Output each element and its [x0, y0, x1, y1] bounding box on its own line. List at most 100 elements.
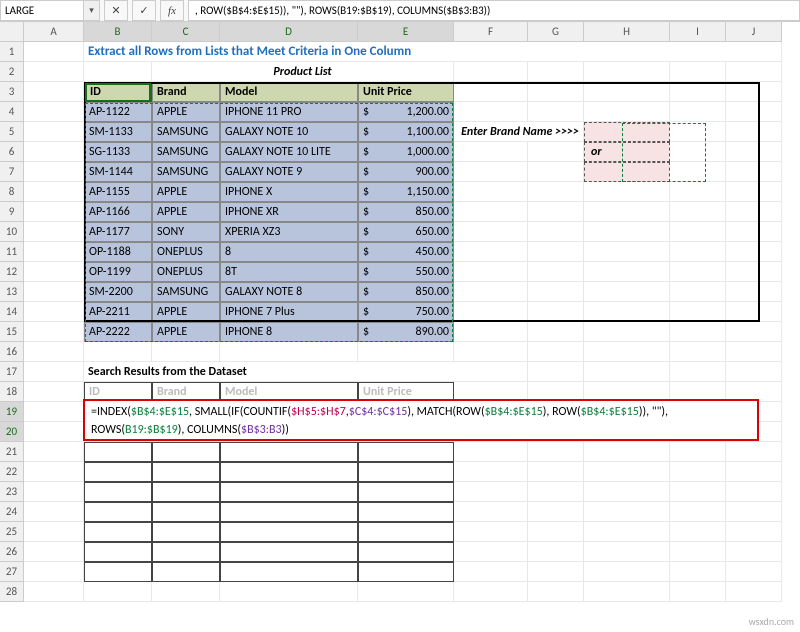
cell-I2[interactable] — [670, 62, 726, 82]
row-head-7[interactable]: 7 — [0, 162, 24, 182]
worksheet-grid[interactable]: ABCDEFGHIJ1Extract all Rows from Lists t… — [0, 22, 800, 602]
cell-A21[interactable] — [24, 442, 84, 462]
cell-I20[interactable] — [670, 422, 726, 442]
cell-B2[interactable] — [84, 62, 152, 82]
cell-E8[interactable]: $1,150.00 — [358, 182, 454, 202]
cell-D7[interactable]: GALAXY NOTE 9 — [220, 162, 358, 182]
cell-B6[interactable]: SG-1133 — [84, 142, 152, 162]
cell-I3[interactable] — [670, 82, 726, 102]
cell-H22[interactable] — [584, 462, 670, 482]
cell-H27[interactable] — [584, 562, 670, 582]
cell-B16[interactable] — [84, 342, 152, 362]
cell-I19[interactable] — [670, 402, 726, 422]
row-head-25[interactable]: 25 — [0, 522, 24, 542]
cell-D12[interactable]: 8T — [220, 262, 358, 282]
cell-C27[interactable] — [152, 562, 220, 582]
cell-J25[interactable] — [726, 522, 782, 542]
cell-I9[interactable] — [670, 202, 726, 222]
cell-D23[interactable] — [220, 482, 358, 502]
cell-A14[interactable] — [24, 302, 84, 322]
row-head-13[interactable]: 13 — [0, 282, 24, 302]
cell-J2[interactable] — [726, 62, 782, 82]
cell-F22[interactable] — [454, 462, 528, 482]
cell-C7[interactable]: SAMSUNG — [152, 162, 220, 182]
cell-A10[interactable] — [24, 222, 84, 242]
cell-F4[interactable] — [454, 102, 528, 122]
cell-D21[interactable] — [220, 442, 358, 462]
row-head-21[interactable]: 21 — [0, 442, 24, 462]
enter-button[interactable]: ✓ — [132, 0, 156, 21]
cell-H7[interactable] — [584, 162, 670, 182]
cell-C15[interactable]: APPLE — [152, 322, 220, 342]
cell-J19[interactable] — [726, 402, 782, 422]
cell-D3[interactable]: Model — [220, 82, 358, 102]
cell-F9[interactable] — [454, 202, 528, 222]
cell-B10[interactable]: AP-1177 — [84, 222, 152, 242]
row-head-10[interactable]: 10 — [0, 222, 24, 242]
cell-B22[interactable] — [84, 462, 152, 482]
cell-F13[interactable] — [454, 282, 528, 302]
cell-G8[interactable] — [528, 182, 584, 202]
cell-C24[interactable] — [152, 502, 220, 522]
cell-A4[interactable] — [24, 102, 84, 122]
cell-A17[interactable] — [24, 362, 84, 382]
cell-H8[interactable] — [584, 182, 670, 202]
row-head-22[interactable]: 22 — [0, 462, 24, 482]
cell-H14[interactable] — [584, 302, 670, 322]
cell-G19[interactable] — [528, 402, 584, 422]
cell-I4[interactable] — [670, 102, 726, 122]
cell-A24[interactable] — [24, 502, 84, 522]
cell-G24[interactable] — [528, 502, 584, 522]
cell-H15[interactable] — [584, 322, 670, 342]
row-head-15[interactable]: 15 — [0, 322, 24, 342]
cell-C21[interactable] — [152, 442, 220, 462]
cell-A18[interactable] — [24, 382, 84, 402]
cell-D20[interactable] — [220, 422, 358, 442]
cell-A7[interactable] — [24, 162, 84, 182]
cell-A25[interactable] — [24, 522, 84, 542]
cell-B14[interactable]: AP-2211 — [84, 302, 152, 322]
cell-H12[interactable] — [584, 262, 670, 282]
cell-A9[interactable] — [24, 202, 84, 222]
cell-E12[interactable]: $550.00 — [358, 262, 454, 282]
cell-H19[interactable] — [584, 402, 670, 422]
row-head-27[interactable]: 27 — [0, 562, 24, 582]
cell-C25[interactable] — [152, 522, 220, 542]
cell-F20[interactable] — [454, 422, 528, 442]
cell-G7[interactable] — [528, 162, 584, 182]
cell-G11[interactable] — [528, 242, 584, 262]
cell-I18[interactable] — [670, 382, 726, 402]
cell-C9[interactable]: APPLE — [152, 202, 220, 222]
cell-H26[interactable] — [584, 542, 670, 562]
cell-A16[interactable] — [24, 342, 84, 362]
cell-I8[interactable] — [670, 182, 726, 202]
cell-F19[interactable] — [454, 402, 528, 422]
cell-E27[interactable] — [358, 562, 454, 582]
cell-A27[interactable] — [24, 562, 84, 582]
cell-J6[interactable] — [726, 142, 782, 162]
cell-A22[interactable] — [24, 462, 84, 482]
cell-D9[interactable]: IPHONE XR — [220, 202, 358, 222]
col-head-E[interactable]: E — [358, 22, 454, 42]
cell-E13[interactable]: $850.00 — [358, 282, 454, 302]
cell-B17[interactable]: Search Results from the Dataset — [84, 362, 528, 382]
cell-H4[interactable] — [584, 102, 670, 122]
cell-D25[interactable] — [220, 522, 358, 542]
cell-B4[interactable]: AP-1122 — [84, 102, 152, 122]
cell-F8[interactable] — [454, 182, 528, 202]
cell-H9[interactable] — [584, 202, 670, 222]
cell-A3[interactable] — [24, 82, 84, 102]
cell-I15[interactable] — [670, 322, 726, 342]
cell-B26[interactable] — [84, 542, 152, 562]
cell-J11[interactable] — [726, 242, 782, 262]
col-head-J[interactable]: J — [726, 22, 782, 42]
cell-G2[interactable] — [528, 62, 584, 82]
cell-E26[interactable] — [358, 542, 454, 562]
cell-D4[interactable]: IPHONE 11 PRO — [220, 102, 358, 122]
cell-D15[interactable]: IPHONE 8 — [220, 322, 358, 342]
row-head-20[interactable]: 20 — [0, 422, 24, 442]
cell-C5[interactable]: SAMSUNG — [152, 122, 220, 142]
cell-D28[interactable] — [220, 582, 358, 602]
cell-G20[interactable] — [528, 422, 584, 442]
cell-H18[interactable] — [584, 382, 670, 402]
